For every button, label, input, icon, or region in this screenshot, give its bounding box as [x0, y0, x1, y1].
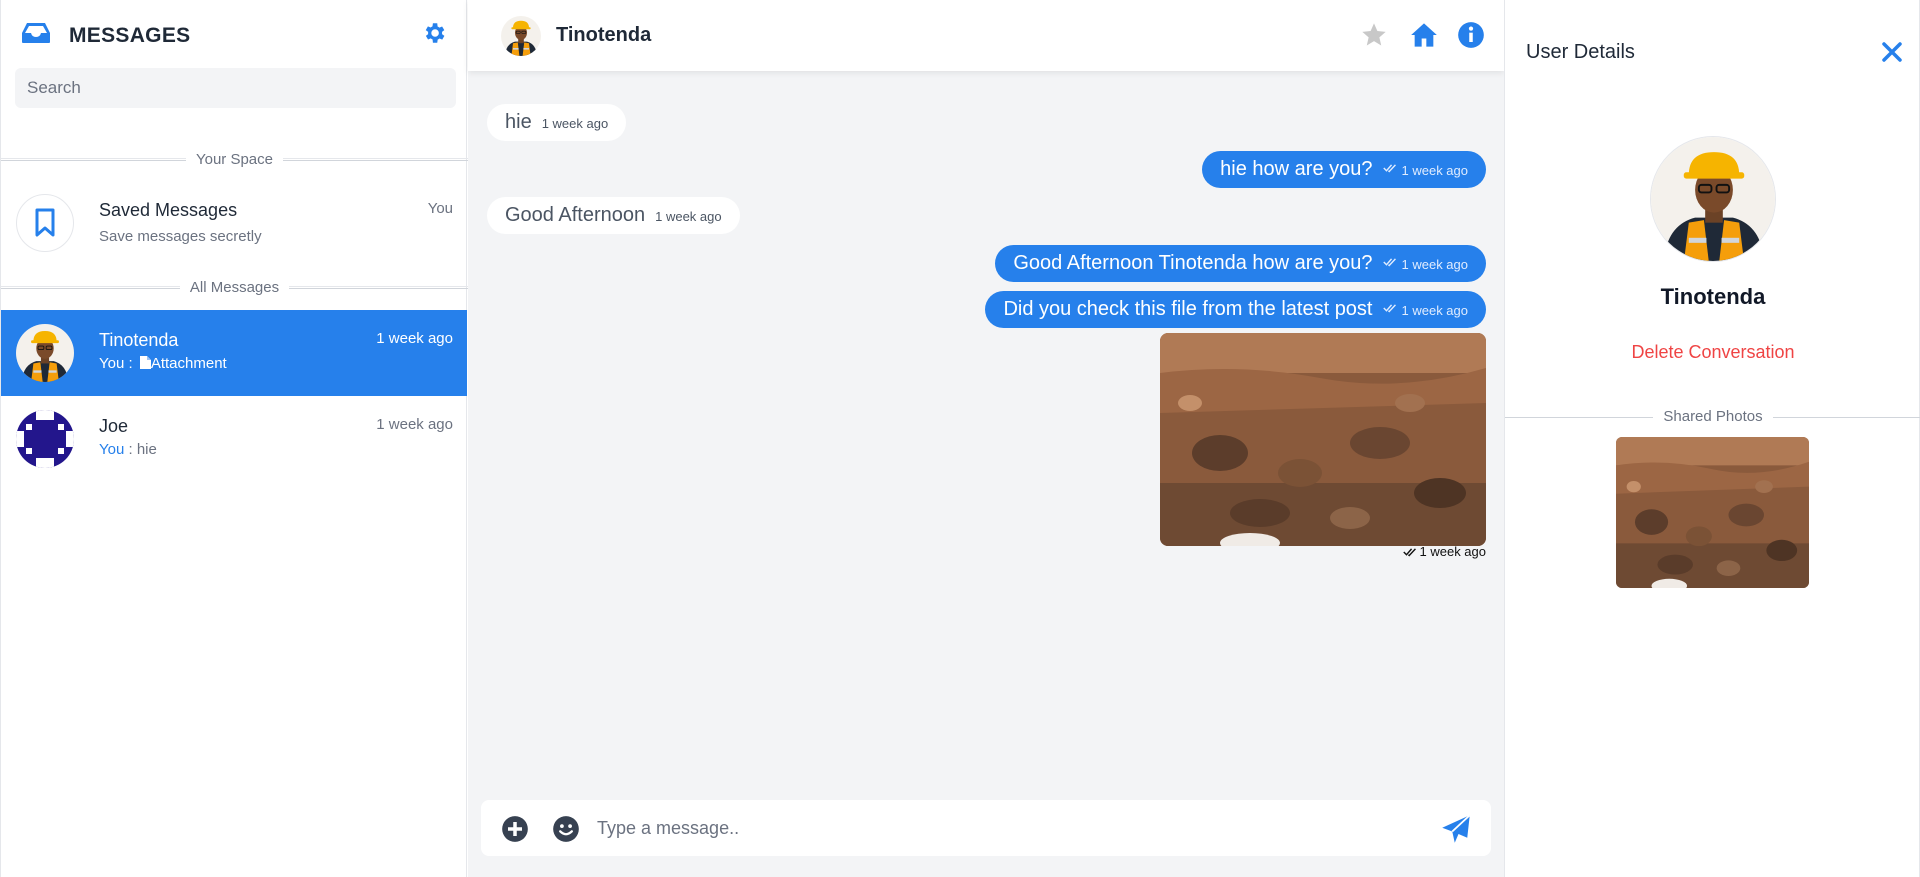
- avatar: [16, 324, 74, 382]
- sidebar-header: MESSAGES: [1, 0, 468, 70]
- conversation-sidebar: MESSAGES Your Space Saved Messages Save …: [0, 0, 468, 877]
- preview-text: : hie: [128, 441, 157, 458]
- conversation-name: Joe: [99, 416, 129, 436]
- message-outgoing[interactable]: Did you check this file from the latest …: [985, 291, 1486, 328]
- message-input[interactable]: [591, 808, 1411, 848]
- message-image-attachment[interactable]: [1160, 333, 1486, 546]
- conversation-time: 1 week ago: [376, 330, 453, 347]
- plus-circle-icon[interactable]: [501, 815, 529, 843]
- section-your-space: Your Space: [1, 150, 468, 170]
- message-text: Good Afternoon: [505, 204, 646, 226]
- section-label: Shared Photos: [1653, 408, 1773, 425]
- send-icon[interactable]: [1441, 814, 1471, 844]
- message-incoming[interactable]: Good Afternoon 1 week ago: [487, 197, 740, 234]
- preview-text: Attachment: [150, 355, 227, 372]
- user-name: Tinotenda: [1660, 284, 1766, 309]
- shared-photo[interactable]: [1616, 437, 1809, 588]
- conversation-name: Tinotenda: [99, 330, 179, 350]
- message-time: 1 week ago: [1401, 257, 1469, 272]
- double-check-icon: [1383, 163, 1397, 173]
- message-outgoing[interactable]: hie how are you? 1 week ago: [1202, 151, 1486, 188]
- info-icon[interactable]: [1457, 21, 1485, 49]
- message-time: 1 week ago: [541, 116, 609, 131]
- message-outgoing[interactable]: Good Afternoon Tinotenda how are you? 1 w…: [995, 245, 1486, 282]
- panel-title: User Details: [1526, 41, 1635, 63]
- app-title: MESSAGES: [69, 24, 191, 47]
- preview-prefix: You: [99, 441, 125, 458]
- avatar: [1650, 136, 1776, 262]
- message-incoming[interactable]: hie 1 week ago: [487, 104, 627, 141]
- bookmark-icon: [35, 208, 55, 237]
- conversation-name: Saved Messages: [99, 200, 238, 220]
- close-icon[interactable]: [1880, 40, 1904, 64]
- section-label: All Messages: [179, 279, 290, 296]
- emoji-icon[interactable]: [552, 815, 580, 843]
- star-icon[interactable]: [1360, 21, 1388, 49]
- message-time: 1 week ago: [1401, 163, 1469, 178]
- message-composer: [481, 800, 1491, 856]
- conversation-preview: You : Attachment: [99, 355, 227, 372]
- conversation-time: 1 week ago: [376, 416, 453, 433]
- file-icon: [139, 356, 151, 369]
- delete-conversation-button[interactable]: Delete Conversation: [1505, 342, 1920, 363]
- conversation-item-tinotenda[interactable]: Tinotenda You : Attachment 1 week ago: [1, 310, 467, 396]
- message-time: 1 week ago: [655, 209, 722, 224]
- chat-header: Tinotenda: [468, 0, 1504, 71]
- gear-icon[interactable]: [421, 20, 447, 46]
- conversation-preview: You : hie: [99, 441, 157, 458]
- message-time: 1 week ago: [1419, 544, 1487, 559]
- section-all-messages: All Messages: [1, 278, 468, 298]
- double-check-icon: [1383, 257, 1397, 267]
- section-label: Your Space: [185, 151, 283, 168]
- conversation-meta: You: [427, 200, 453, 217]
- conversation-preview: Save messages secretly: [99, 228, 262, 245]
- contact-name[interactable]: Tinotenda: [556, 24, 651, 47]
- message-text: Did you check this file from the latest …: [1003, 298, 1373, 320]
- section-shared-photos: Shared Photos: [1505, 407, 1920, 427]
- attachment-status: 1 week ago: [1403, 544, 1487, 559]
- inbox-icon: [22, 23, 50, 43]
- avatar[interactable]: [501, 16, 541, 56]
- double-check-icon: [1403, 547, 1417, 557]
- message-time: 1 week ago: [1401, 303, 1469, 318]
- double-check-icon: [1383, 303, 1397, 313]
- search-input[interactable]: [15, 68, 456, 108]
- chat-panel: Tinotenda hie 1 week ago hie how are you?…: [468, 0, 1504, 877]
- user-details-panel: User Details Tinotenda Delete Conversati…: [1504, 0, 1920, 877]
- saved-messages-item[interactable]: Saved Messages Save messages secretly Yo…: [1, 180, 467, 266]
- avatar: [16, 410, 74, 468]
- home-icon[interactable]: [1410, 21, 1438, 49]
- message-text: Good Afternoon Tinotenda how are you?: [1013, 252, 1373, 274]
- saved-avatar: [16, 194, 74, 252]
- preview-prefix: You :: [99, 355, 133, 372]
- message-text: hie: [505, 111, 532, 133]
- message-text: hie how are you?: [1220, 158, 1373, 180]
- conversation-item-joe[interactable]: Joe You : hie 1 week ago: [1, 396, 467, 482]
